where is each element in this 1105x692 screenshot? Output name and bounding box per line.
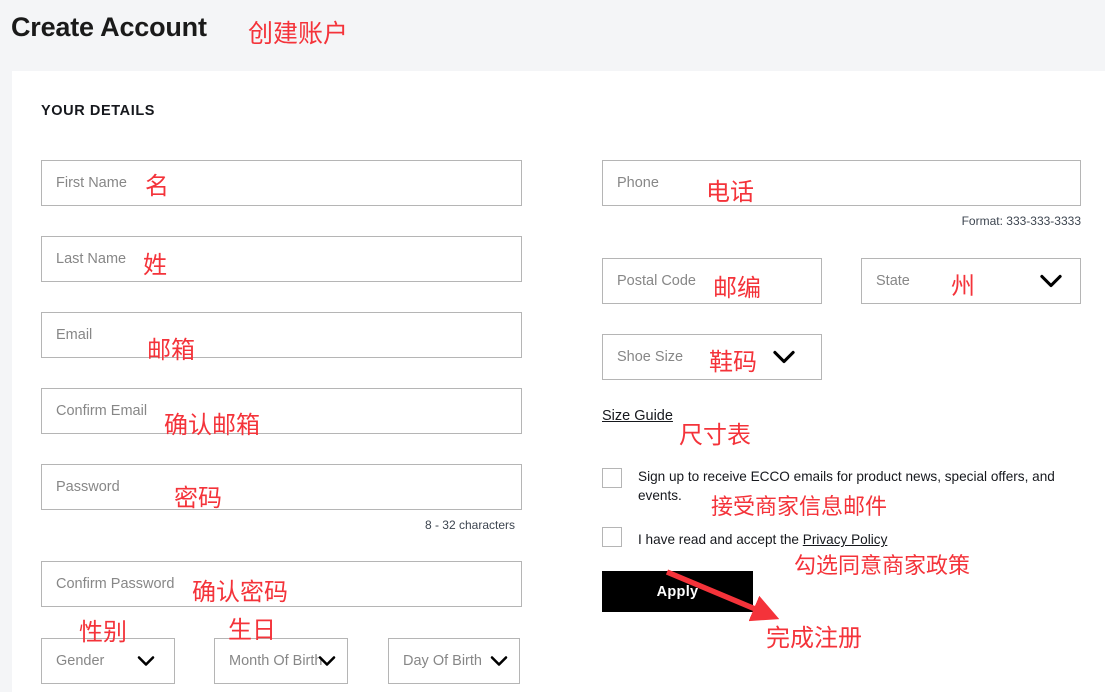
shoe-size-select[interactable]: Shoe Size [602,334,822,380]
phone-placeholder: Phone [617,175,659,191]
chevron-down-icon [771,344,797,370]
confirm-email-placeholder: Confirm Email [56,403,147,419]
day-of-birth-placeholder: Day Of Birth [403,653,482,669]
gender-select[interactable]: Gender [41,638,175,684]
newsletter-checkbox[interactable] [602,468,622,488]
last-name-input[interactable]: Last Name [41,236,522,282]
chevron-down-icon [136,651,156,671]
privacy-policy-checkbox-label: I have read and accept the Privacy Polic… [638,530,1078,549]
day-of-birth-select[interactable]: Day Of Birth [388,638,520,684]
chevron-down-icon [1038,268,1064,294]
phone-format-hint: Format: 333-333-3333 [881,214,1081,228]
password-placeholder: Password [56,479,120,495]
page-title: Create Account [11,12,207,43]
email-placeholder: Email [56,327,92,343]
month-of-birth-select[interactable]: Month Of Birth [214,638,348,684]
confirm-password-placeholder: Confirm Password [56,576,174,592]
shoe-size-placeholder: Shoe Size [617,349,683,365]
first-name-input[interactable]: First Name [41,160,522,206]
month-of-birth-placeholder: Month Of Birth [229,653,322,669]
privacy-policy-link[interactable]: Privacy Policy [803,532,888,547]
state-select[interactable]: State [861,258,1081,304]
state-placeholder: State [876,273,910,289]
password-length-hint: 8 - 32 characters [315,518,515,532]
chevron-down-icon [489,651,509,671]
password-input[interactable]: Password [41,464,522,510]
privacy-policy-checkbox[interactable] [602,527,622,547]
size-guide-link[interactable]: Size Guide [602,408,673,424]
confirm-email-input[interactable]: Confirm Email [41,388,522,434]
postal-code-placeholder: Postal Code [617,273,696,289]
first-name-placeholder: First Name [56,175,127,191]
chevron-down-icon [317,651,337,671]
confirm-password-input[interactable]: Confirm Password [41,561,522,607]
phone-input[interactable]: Phone [602,160,1081,206]
newsletter-checkbox-label: Sign up to receive ECCO emails for produ… [638,467,1078,505]
apply-button[interactable]: Apply [602,571,753,612]
email-input[interactable]: Email [41,312,522,358]
privacy-policy-text-prefix: I have read and accept the [638,532,803,547]
last-name-placeholder: Last Name [56,251,126,267]
postal-code-input[interactable]: Postal Code [602,258,822,304]
gender-placeholder: Gender [56,653,104,669]
section-heading-your-details: YOUR DETAILS [41,103,155,119]
